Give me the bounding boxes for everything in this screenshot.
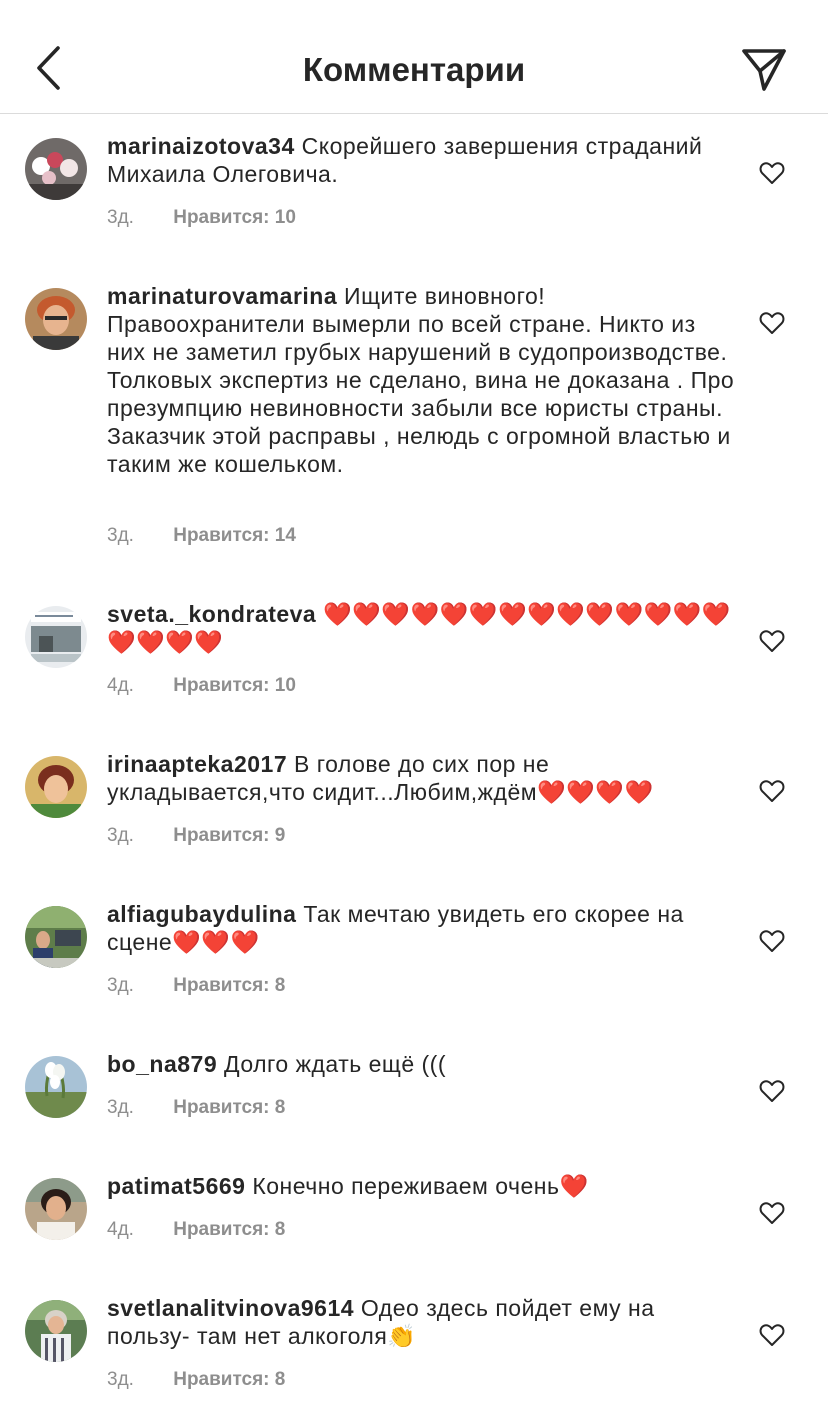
comment-text: svetlanalitvinova9614 Одео здесь пойдет … <box>107 1294 737 1350</box>
avatar[interactable] <box>25 138 87 200</box>
comment-time: 3д. <box>107 207 134 228</box>
avatar[interactable] <box>25 606 87 668</box>
comment-time: 3д. <box>107 1369 134 1390</box>
comment-username[interactable]: irinaapteka2017 <box>107 751 287 777</box>
comment-meta: 4д. Нравится: 8 <box>107 1218 285 1242</box>
comment-username[interactable]: patimat5669 <box>107 1173 245 1199</box>
share-button[interactable] <box>736 44 792 96</box>
comment-meta: 4д. Нравится: 10 <box>107 674 296 698</box>
comment-meta: 3д. Нравится: 8 <box>107 974 285 998</box>
page-title: Комментарии <box>302 51 526 88</box>
comments-screen: Комментарии marinaizotova34 Скорейшего з… <box>0 0 828 1423</box>
comment-meta: 3д. Нравится: 8 <box>107 1096 285 1120</box>
comment-likes[interactable]: Нравится: 8 <box>173 974 285 998</box>
like-button[interactable] <box>756 1320 788 1350</box>
comment-likes[interactable]: Нравится: 10 <box>173 206 296 230</box>
comment-time: 3д. <box>107 525 134 546</box>
comment-username[interactable]: bo_na879 <box>107 1051 217 1077</box>
like-button[interactable] <box>756 626 788 656</box>
comment-text: sveta._kondrateva ❤️❤️❤️❤️❤️❤️❤️❤️❤️❤️❤️… <box>107 600 737 656</box>
comment-body: Долго ждать ещё ((( <box>224 1051 446 1077</box>
comment-username[interactable]: alfiagubaydulina <box>107 901 296 927</box>
comment-username[interactable]: marinaturovamarina <box>107 283 337 309</box>
avatar[interactable] <box>25 756 87 818</box>
avatar[interactable] <box>25 906 87 968</box>
comment-username[interactable]: svetlanalitvinova9614 <box>107 1295 354 1321</box>
comment-text: marinaizotova34 Скорейшего завершения ст… <box>107 132 737 188</box>
like-button[interactable] <box>756 308 788 338</box>
comment-text: patimat5669 Конечно переживаем очень❤️ <box>107 1172 737 1200</box>
comment-likes[interactable]: Нравится: 9 <box>173 824 285 848</box>
like-button[interactable] <box>756 926 788 956</box>
comment-likes[interactable]: Нравится: 8 <box>173 1096 285 1120</box>
comment-text: marinaturovamarina Ищите виновного! Прав… <box>107 282 737 478</box>
comment-username[interactable]: marinaizotova34 <box>107 133 295 159</box>
comment-likes[interactable]: Нравится: 14 <box>173 524 296 548</box>
comment-username[interactable]: sveta._kondrateva <box>107 601 316 627</box>
heart-icon <box>759 780 785 802</box>
paper-plane-icon <box>742 49 786 91</box>
like-button[interactable] <box>756 1198 788 1228</box>
heart-icon <box>759 1324 785 1346</box>
comment-text: irinaapteka2017 В голове до сих пор не у… <box>107 750 737 806</box>
heart-icon <box>759 312 785 334</box>
comment-time: 3д. <box>107 825 134 846</box>
comment-meta: 3д. Нравится: 10 <box>107 206 296 230</box>
comment-body: Конечно переживаем очень❤️ <box>252 1173 589 1199</box>
avatar[interactable] <box>25 1178 87 1240</box>
avatar[interactable] <box>25 1300 87 1362</box>
comment-meta: 3д. Нравится: 14 <box>107 524 296 548</box>
like-button[interactable] <box>756 158 788 188</box>
comment-body: Ищите виновного! Правоохранители вымерли… <box>107 283 735 477</box>
avatar[interactable] <box>25 1056 87 1118</box>
comment-time: 3д. <box>107 975 134 996</box>
comment-likes[interactable]: Нравится: 8 <box>173 1368 285 1392</box>
comment-meta: 3д. Нравится: 8 <box>107 1368 285 1392</box>
comment-text: alfiagubaydulina Так мечтаю увидеть его … <box>107 900 737 956</box>
heart-icon <box>759 1080 785 1102</box>
comment-time: 3д. <box>107 1097 134 1118</box>
comment-time: 4д. <box>107 675 134 696</box>
heart-icon <box>759 162 785 184</box>
comment-likes[interactable]: Нравится: 8 <box>173 1218 285 1242</box>
comment-time: 4д. <box>107 1219 134 1240</box>
heart-icon <box>759 630 785 652</box>
like-button[interactable] <box>756 1076 788 1106</box>
like-button[interactable] <box>756 776 788 806</box>
avatar[interactable] <box>25 288 87 350</box>
header: Комментарии <box>0 0 828 114</box>
comment-meta: 3д. Нравится: 9 <box>107 824 285 848</box>
heart-icon <box>759 1202 785 1224</box>
comment-likes[interactable]: Нравится: 10 <box>173 674 296 698</box>
heart-icon <box>759 930 785 952</box>
comment-text: bo_na879 Долго ждать ещё ((( <box>107 1050 737 1078</box>
